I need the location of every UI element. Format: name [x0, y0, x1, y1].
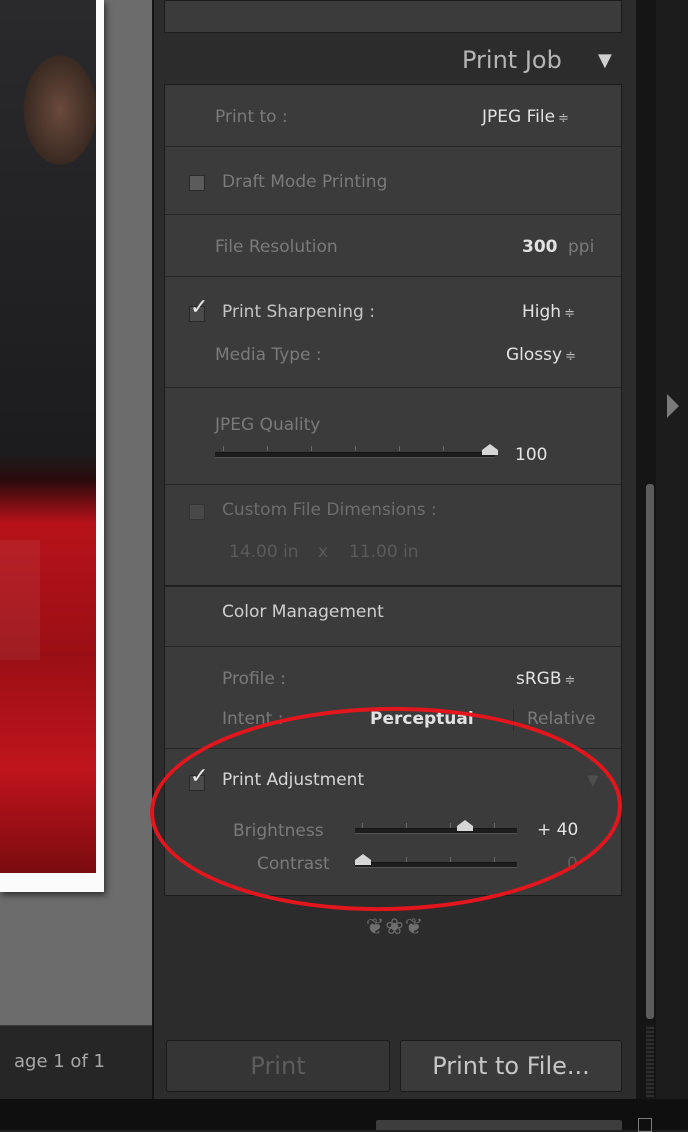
- filter-field[interactable]: [376, 1120, 622, 1130]
- print-to-row: Print to : JPEG File ≑: [165, 85, 621, 147]
- contrast-value[interactable]: 0: [567, 854, 578, 874]
- color-management-header-row: Color Management: [165, 587, 621, 647]
- scrollbar-thumb[interactable]: [646, 484, 654, 1019]
- file-resolution-value[interactable]: 300: [522, 237, 558, 257]
- panel-end-flourish-icon: ❦❀❦: [365, 915, 425, 940]
- print-button[interactable]: Print: [166, 1040, 390, 1092]
- draft-mode-checkbox[interactable]: [189, 175, 205, 191]
- jpeg-quality-label: JPEG Quality: [215, 415, 321, 435]
- triangle-down-icon[interactable]: ▼: [598, 50, 612, 71]
- custom-width-field[interactable]: 14.00 in: [229, 542, 299, 562]
- brightness-slider[interactable]: [355, 828, 517, 834]
- jpeg-quality-ticks: [223, 446, 493, 451]
- intent-divider: [513, 709, 514, 731]
- jpeg-quality-section: JPEG Quality 100: [165, 388, 621, 485]
- intent-perceptual-option[interactable]: Perceptual: [370, 709, 474, 729]
- up-down-arrows-icon: ≑: [565, 349, 576, 364]
- contrast-thumb[interactable]: [355, 854, 371, 865]
- print-adjustment-section: ✓ Print Adjustment ▼ Brightness + 40 Con…: [165, 749, 621, 897]
- profile-label: Profile :: [222, 669, 286, 689]
- print-to-file-button[interactable]: Print to File...: [400, 1040, 622, 1092]
- intent-relative-option[interactable]: Relative: [527, 709, 596, 729]
- print-job-header[interactable]: Print Job: [462, 46, 562, 74]
- right-panel-edge: [656, 0, 688, 1099]
- triangle-down-icon[interactable]: ▼: [587, 771, 599, 789]
- custom-dimensions-section: Custom File Dimensions : 14.00 in x 11.0…: [165, 485, 621, 587]
- jpeg-quality-value[interactable]: 100: [515, 445, 547, 465]
- page-indicator: age 1 of 1: [14, 1051, 105, 1072]
- print-to-label: Print to :: [215, 107, 288, 127]
- profile-intent-section: Profile : sRGB ≑ Intent : Perceptual Rela…: [165, 647, 621, 749]
- file-resolution-row: File Resolution 300 ppi: [165, 215, 621, 277]
- dimension-separator: x: [318, 542, 329, 562]
- media-type-label: Media Type :: [215, 345, 322, 365]
- draft-mode-row: Draft Mode Printing: [165, 147, 621, 215]
- preview-photo: [0, 0, 96, 873]
- jpeg-quality-slider[interactable]: [215, 452, 495, 458]
- print-to-select[interactable]: JPEG File ≑: [482, 107, 569, 127]
- contrast-slider[interactable]: [355, 862, 517, 868]
- intent-label: Intent :: [222, 709, 284, 729]
- color-management-panel: Color Management Profile : sRGB ≑ Intent …: [164, 586, 622, 896]
- media-type-select[interactable]: Glossy ≑: [506, 345, 576, 365]
- print-sharpening-section: ✓ Print Sharpening : High ≑ Media Type : …: [165, 277, 621, 388]
- checkmark-icon: ✓: [190, 764, 209, 789]
- custom-height-field[interactable]: 11.00 in: [349, 542, 419, 562]
- custom-dimensions-label: Custom File Dimensions :: [222, 500, 437, 520]
- scrollbar-grip: [646, 1025, 654, 1099]
- profile-select[interactable]: sRGB ≑: [516, 669, 575, 689]
- contrast-label: Contrast: [257, 854, 330, 874]
- draft-mode-label: Draft Mode Printing: [222, 172, 388, 192]
- file-resolution-unit: ppi: [568, 237, 595, 257]
- up-down-arrows-icon: ≑: [564, 673, 576, 688]
- brightness-label: Brightness: [233, 821, 324, 841]
- previous-panel-bottom: [164, 0, 622, 33]
- print-job-panel: Print to : JPEG File ≑ Draft Mode Printin…: [164, 84, 622, 586]
- print-sharpening-select[interactable]: High ≑: [522, 302, 575, 322]
- brightness-value[interactable]: + 40: [537, 820, 578, 840]
- up-down-arrows-icon: ≑: [564, 306, 575, 321]
- preview-page: [0, 0, 104, 892]
- print-preview-area: [0, 0, 152, 1025]
- brightness-thumb[interactable]: [457, 820, 473, 831]
- triangle-right-icon[interactable]: [667, 394, 679, 418]
- color-management-header[interactable]: Color Management: [222, 602, 384, 622]
- file-resolution-label: File Resolution: [215, 237, 338, 257]
- print-sharpening-label: Print Sharpening :: [222, 302, 375, 322]
- print-adjustment-label: Print Adjustment: [222, 770, 365, 790]
- checkmark-icon: ✓: [190, 295, 209, 320]
- up-down-arrows-icon: ≑: [558, 111, 569, 126]
- custom-dimensions-checkbox[interactable]: [189, 504, 205, 520]
